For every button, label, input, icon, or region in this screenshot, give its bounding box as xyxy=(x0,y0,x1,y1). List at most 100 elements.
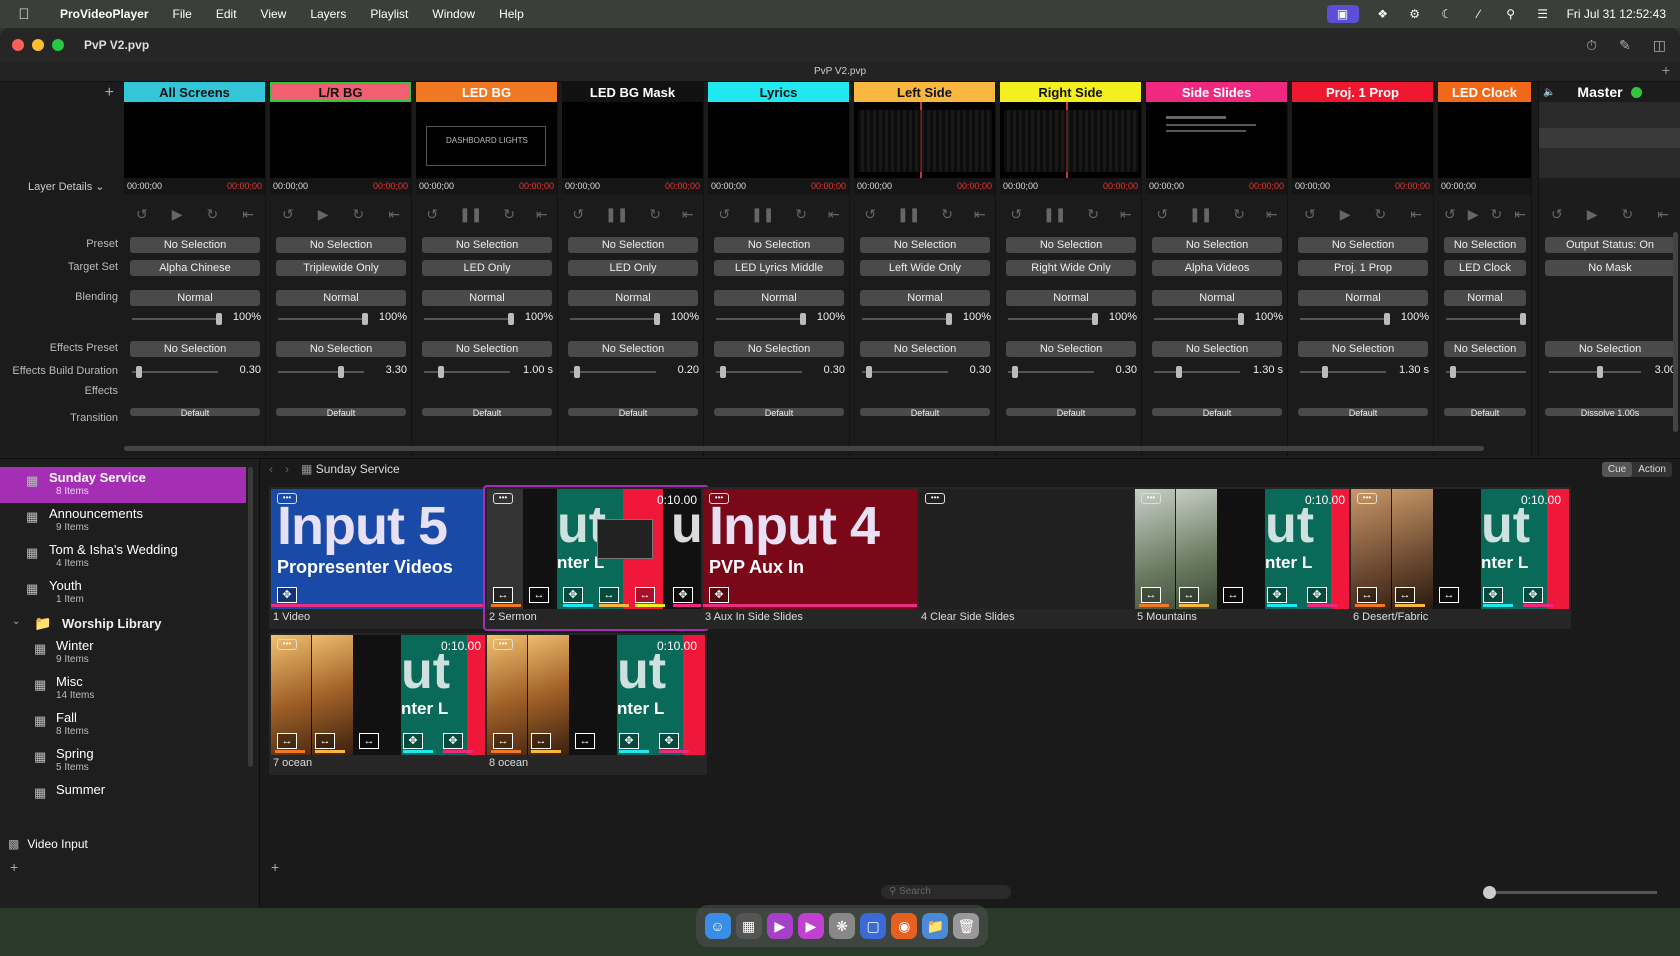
dropbox-icon[interactable]: ❖ xyxy=(1375,7,1391,21)
layer-preset-button[interactable]: No Selection xyxy=(860,237,990,253)
more-options-icon[interactable]: ••• xyxy=(1357,493,1377,504)
master-fx-duration-slider[interactable] xyxy=(1549,366,1641,378)
layer-details-dropdown[interactable]: Layer Details ⌄ xyxy=(28,180,104,193)
sidebar-toggle-icon[interactable]: ◫ xyxy=(1653,37,1666,54)
layer-header[interactable]: LED BG xyxy=(416,82,557,102)
layer-effects-preset-button[interactable]: No Selection xyxy=(130,341,260,357)
moon-icon[interactable]: ☾ xyxy=(1439,7,1455,21)
cue-tile[interactable]: ••• 4 Clear Side Slides xyxy=(917,487,1139,629)
menu-layers[interactable]: Layers xyxy=(298,7,358,21)
cue-tile[interactable]: ut nter L ↔ ↔ ↔ ✥ ✥ ••• 0:10.00 7 ocean xyxy=(269,633,491,775)
layer-blending-button[interactable]: Normal xyxy=(860,290,990,306)
provideoplayer-icon[interactable]: ▶ xyxy=(766,913,793,939)
layer-transition-button[interactable]: Default xyxy=(1444,408,1526,416)
layer-transition-button[interactable]: Default xyxy=(422,408,552,416)
sidebar-item-wedding[interactable]: ▦ Tom & Isha's Wedding 4 Items xyxy=(0,539,246,575)
layer-preset-button[interactable]: No Selection xyxy=(1152,237,1282,253)
sidebar-item-sunday-service[interactable]: ▦ Sunday Service 8 Items xyxy=(0,467,246,503)
layer-opacity-slider[interactable] xyxy=(132,313,222,325)
timer-icon[interactable]: ⏱ xyxy=(1586,37,1597,54)
cue-thumbnail[interactable]: ••• xyxy=(919,489,1137,609)
layer-target-set-button[interactable]: Alpha Chinese xyxy=(130,260,260,276)
mixer-horizontal-scrollbar[interactable] xyxy=(124,446,1484,451)
apple-icon[interactable]:  xyxy=(0,6,48,23)
cue-thumbnail[interactable]: ut nter L ↔ ↔ ↔ ✥ ✥ ••• 0:10.00 xyxy=(1135,489,1353,609)
layer-preset-button[interactable]: No Selection xyxy=(1298,237,1428,253)
layer-target-set-button[interactable]: LED Clock xyxy=(1444,260,1526,276)
layer-transition-button[interactable]: Default xyxy=(130,408,260,416)
layer-fx-duration-slider[interactable] xyxy=(1300,366,1386,378)
layer-blending-button[interactable]: Normal xyxy=(422,290,552,306)
layer-fx-duration-slider[interactable] xyxy=(862,366,948,378)
layer-transition-button[interactable]: Default xyxy=(276,408,406,416)
layer-transition-button[interactable]: Default xyxy=(568,408,698,416)
layer-target-set-button[interactable]: Alpha Videos xyxy=(1152,260,1282,276)
layer-target-set-button[interactable]: Proj. 1 Prop xyxy=(1298,260,1428,276)
sidebar-item-fall[interactable]: ▦ Fall 8 Items xyxy=(0,707,246,743)
layer-opacity-slider[interactable] xyxy=(424,313,514,325)
sidebar-item-spring[interactable]: ▦ Spring 5 Items xyxy=(0,743,246,779)
menu-window[interactable]: Window xyxy=(420,7,487,21)
forward-icon[interactable]: ↻ xyxy=(1491,206,1503,223)
layer-opacity-slider[interactable] xyxy=(278,313,368,325)
rewind-icon[interactable]: ↺ xyxy=(1156,206,1168,223)
layer-blending-button[interactable]: Normal xyxy=(714,290,844,306)
forward-icon[interactable]: ↻ xyxy=(941,206,953,223)
rewind-icon[interactable]: ↺ xyxy=(1304,206,1316,223)
more-options-icon[interactable]: ••• xyxy=(277,493,297,504)
pause-icon[interactable]: ❚❚ xyxy=(1043,206,1066,223)
layer-opacity-slider[interactable] xyxy=(570,313,660,325)
preview-icon[interactable]: ▢ xyxy=(860,913,887,939)
layer-header[interactable]: Right Side xyxy=(1000,82,1141,102)
forward-icon[interactable]: ↻ xyxy=(207,206,219,223)
cue-tile[interactable]: ut nter L ↔ ↔ ↔ ✥ ✥ ••• 0:10.00 5 Mountains xyxy=(1133,487,1355,629)
minimize-window-button[interactable] xyxy=(32,39,44,51)
layer-effects-preset-button[interactable]: No Selection xyxy=(714,341,844,357)
sidebar-folder-worship-library[interactable]: ⌄ 📁 Worship Library xyxy=(0,613,246,635)
clear-icon[interactable]: ⇤ xyxy=(1514,206,1526,223)
layer-blending-button[interactable]: Normal xyxy=(1444,290,1526,306)
more-options-icon[interactable]: ••• xyxy=(493,639,513,650)
forward-nav-icon[interactable]: › xyxy=(285,462,289,476)
layer-preset-button[interactable]: No Selection xyxy=(422,237,552,253)
layer-header[interactable]: Side Slides xyxy=(1146,82,1287,102)
clear-icon[interactable]: ⇤ xyxy=(974,206,986,223)
rewind-icon[interactable]: ↺ xyxy=(864,206,876,223)
master-output-status-button[interactable]: Output Status: On xyxy=(1545,237,1675,253)
layer-fx-duration-slider[interactable] xyxy=(716,366,802,378)
layer-header[interactable]: L/R BG xyxy=(270,82,411,102)
layer-transition-button[interactable]: Default xyxy=(1006,408,1136,416)
forward-icon[interactable]: ↻ xyxy=(1622,206,1634,223)
sidebar-item-summer[interactable]: ▦ Summer xyxy=(0,779,246,815)
layer-fx-duration-slider[interactable] xyxy=(132,366,218,378)
sidebar-item-misc[interactable]: ▦ Misc 14 Items xyxy=(0,671,246,707)
cue-tile[interactable]: Input 4 PVP Aux In ✥ ••• 3 Aux In Side Slide… xyxy=(701,487,923,629)
trash-icon[interactable]: 🗑 xyxy=(953,913,980,939)
clear-icon[interactable]: ⇤ xyxy=(536,206,548,223)
layer-opacity-slider[interactable] xyxy=(716,313,806,325)
layer-opacity-slider[interactable] xyxy=(1446,313,1526,325)
pause-icon[interactable]: ❚❚ xyxy=(1189,206,1212,223)
layer-target-set-button[interactable]: Left Wide Only xyxy=(860,260,990,276)
cue-tile[interactable]: Input 5 Propresenter Videos ✥ ••• 1 Video xyxy=(269,487,491,629)
layer-opacity-slider[interactable] xyxy=(1300,313,1390,325)
speaker-icon[interactable]: 🔈 xyxy=(1543,87,1555,98)
chevron-down-icon[interactable]: ⌄ xyxy=(12,616,20,627)
cue-thumbnail[interactable]: ut nter L ↔ ↔ ↔ ✥ ✥ ••• 0:10.00 xyxy=(1351,489,1569,609)
cue-thumbnail[interactable]: Input 4 PVP Aux In ✥ ••• xyxy=(703,489,921,609)
screen-mirroring-icon[interactable]: ▣ xyxy=(1326,5,1359,23)
layer-preset-button[interactable]: No Selection xyxy=(568,237,698,253)
clear-icon[interactable]: ⇤ xyxy=(1120,206,1132,223)
more-options-icon[interactable]: ••• xyxy=(493,493,513,504)
layer-fx-duration-slider[interactable] xyxy=(1446,366,1526,378)
layer-effects-preset-button[interactable]: No Selection xyxy=(568,341,698,357)
folder-dock-icon[interactable]: 📁 xyxy=(922,913,949,939)
layer-effects-preset-button[interactable]: No Selection xyxy=(1298,341,1428,357)
layer-transition-button[interactable]: Default xyxy=(1298,408,1428,416)
layer-effects-preset-button[interactable]: No Selection xyxy=(276,341,406,357)
layer-target-set-button[interactable]: LED Only xyxy=(568,260,698,276)
play-icon[interactable]: ▶ xyxy=(1340,206,1351,223)
safari-icon[interactable]: ❋ xyxy=(828,913,855,939)
sidebar-item-announcements[interactable]: ▦ Announcements 9 Items xyxy=(0,503,246,539)
pause-icon[interactable]: ❚❚ xyxy=(605,206,628,223)
